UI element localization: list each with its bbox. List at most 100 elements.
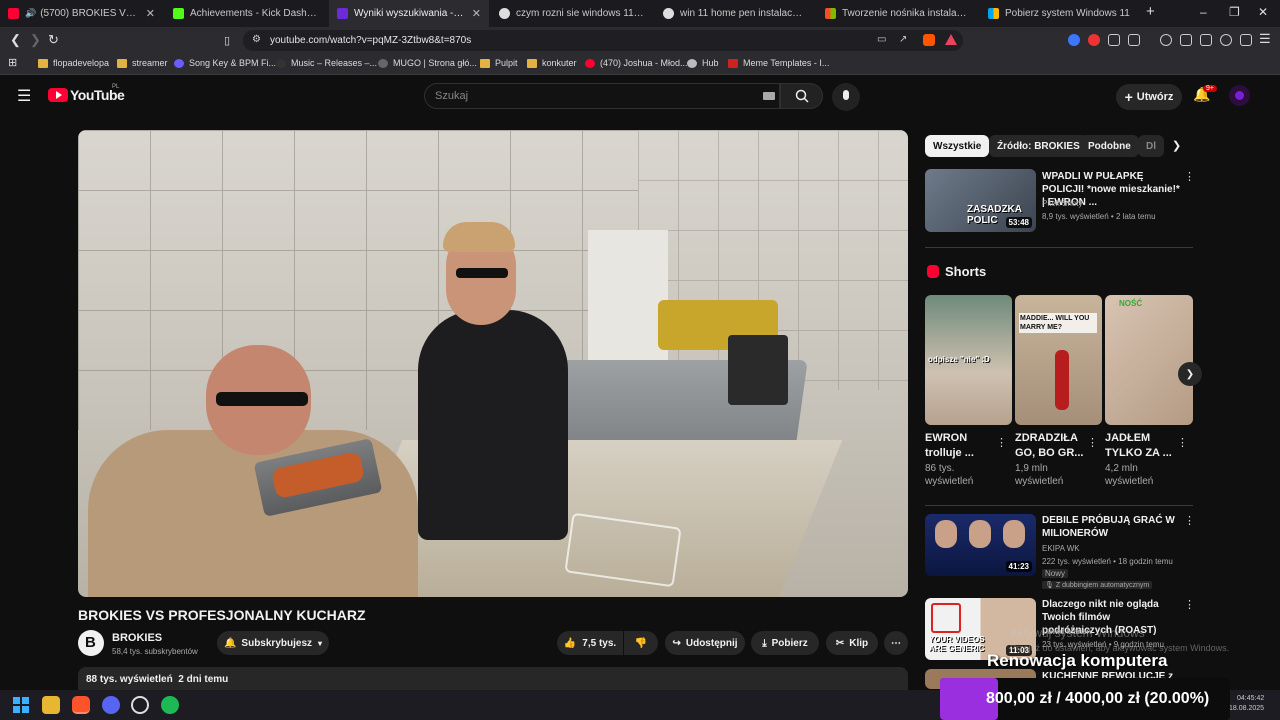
file-explorer-icon[interactable] — [42, 696, 60, 714]
vpn-icon[interactable] — [1240, 34, 1252, 46]
tab-google-1[interactable]: czym rozni sie windows 11 home od — [491, 0, 653, 27]
bookmark-item[interactable]: Pulpit — [480, 58, 518, 68]
more-actions-button[interactable]: ⋯ — [884, 631, 908, 655]
extension-icon[interactable] — [1128, 34, 1140, 46]
bookmark-item[interactable]: konkuter — [527, 58, 577, 68]
forward-icon[interactable]: ❯ — [30, 32, 41, 48]
bookmark-item[interactable]: MUGO | Strona głó... — [378, 58, 477, 68]
more-options-icon[interactable]: ⋮ — [1184, 170, 1195, 183]
menu-icon[interactable]: ☰ — [1259, 31, 1271, 47]
tab-microsoft-1[interactable]: Tworzenie nośnika instalacyjnego dla — [817, 0, 979, 27]
bookmark-item[interactable]: (470) Joshua - Młod... — [585, 58, 688, 68]
short-title[interactable]: ZDRADZIŁA GO, BO GR... — [1015, 431, 1085, 461]
wallet-icon[interactable] — [1200, 34, 1212, 46]
bookmark-item[interactable]: Hub — [687, 58, 719, 68]
brave-shield-icon[interactable] — [923, 34, 935, 46]
site-icon — [174, 58, 184, 68]
close-window-icon[interactable]: ✕ — [1258, 5, 1268, 19]
more-options-icon[interactable]: ⋮ — [1087, 436, 1098, 449]
chevron-right-icon[interactable]: ❯ — [1172, 139, 1181, 152]
tab-title: Achievements - Kick Dashboard — [190, 8, 319, 19]
shorts-heading: Shorts — [945, 264, 987, 279]
short-thumbnail[interactable]: MADDIE... WILL YOU MARRY ME? — [1015, 295, 1102, 425]
video-thumbnail[interactable]: 41:23 — [925, 514, 1036, 576]
close-tab-icon[interactable]: ✕ — [472, 7, 481, 20]
brave-browser-icon[interactable] — [72, 696, 90, 714]
short-title[interactable]: JADŁEM TYLKO ZA ... — [1105, 431, 1175, 461]
search-input[interactable]: Szukaj — [424, 83, 780, 109]
bookmark-item[interactable]: flopadevelopa — [38, 58, 109, 68]
thumbs-up-icon: 👍 — [563, 637, 577, 649]
chip-similar[interactable]: Podobne — [1080, 135, 1139, 157]
chip-more[interactable]: Dl — [1138, 135, 1164, 157]
cast-icon[interactable]: ▭ — [877, 34, 886, 45]
more-options-icon[interactable]: ⋮ — [996, 436, 1007, 449]
bookmark-icon[interactable]: ▯ — [224, 34, 230, 47]
shorts-next-button[interactable]: ❯ — [1178, 362, 1202, 386]
brave-rewards-icon[interactable] — [945, 34, 957, 45]
tab-youtube[interactable]: 🔊 (5700) BROKIES VS PROFESJONALNY KUCHAR… — [0, 0, 163, 27]
avatar[interactable] — [1229, 85, 1250, 106]
tab-xkom[interactable]: Wyniki wyszukiwania - x-kom ✕ — [329, 0, 489, 27]
share-icon[interactable]: ↗ — [899, 34, 907, 45]
obs-icon[interactable] — [131, 696, 149, 714]
scissors-icon: ✂ — [835, 637, 845, 649]
tab-kick[interactable]: Achievements - Kick Dashboard — [165, 0, 327, 27]
search-button[interactable] — [780, 83, 823, 109]
bookmark-item[interactable]: Meme Templates - I... — [728, 58, 829, 68]
like-button[interactable]: 👍 7,5 tys. — [557, 631, 623, 655]
leo-icon[interactable] — [1220, 34, 1232, 46]
more-options-icon[interactable]: ⋮ — [1184, 514, 1195, 527]
video-thumbnail[interactable]: ZASADZKA POLIC 53:48 — [925, 169, 1036, 232]
video-title[interactable]: DEBILE PRÓBUJĄ GRAĆ W MILIONERÓW — [1042, 514, 1180, 540]
sidebar-icon[interactable] — [1180, 34, 1192, 46]
views-and-date: 88 tys. wyświetleń 2 dni temu — [86, 674, 229, 685]
clip-button[interactable]: ✂ Klip — [826, 631, 878, 655]
site-info-icon[interactable]: ⚙ — [252, 34, 261, 45]
more-options-icon[interactable]: ⋮ — [1184, 598, 1195, 611]
short-thumbnail[interactable]: NOŚĆ — [1105, 295, 1193, 425]
apps-grid-icon[interactable]: ⊞ — [8, 56, 17, 69]
video-player[interactable] — [78, 130, 908, 597]
bookmark-item[interactable]: Song Key & BPM Fi... — [174, 58, 276, 68]
bookmark-item[interactable]: Music – Releases –... — [276, 58, 377, 68]
short-thumbnail[interactable]: odpisze "nie" :D — [925, 295, 1012, 425]
channel-name[interactable]: EKIPA WK — [1042, 543, 1080, 555]
create-button[interactable]: + Utwórz — [1116, 84, 1182, 110]
sunglasses — [456, 268, 508, 278]
dislike-button[interactable]: 👎 — [624, 631, 658, 655]
minimize-icon[interactable]: – — [1200, 5, 1207, 19]
spotify-icon[interactable] — [161, 696, 179, 714]
channel-name[interactable]: Pitek Shoty — [1042, 198, 1082, 210]
more-options-icon[interactable]: ⋮ — [1177, 436, 1188, 449]
windows-start-icon[interactable] — [12, 696, 30, 714]
bookmark-item[interactable]: streamer — [117, 58, 168, 68]
tab-title: czym rozni sie windows 11 home od — [516, 8, 645, 19]
back-icon[interactable]: ❮ — [10, 32, 21, 48]
subscribed-button[interactable]: 🔔 Subskrybujesz ▾ — [217, 631, 329, 655]
chip-source-brokies[interactable]: Źródło: BROKIES — [989, 135, 1088, 157]
hamburger-menu-icon[interactable]: ☰ — [17, 86, 31, 106]
puzzle-icon[interactable] — [1108, 34, 1120, 46]
channel-avatar[interactable]: B — [78, 630, 104, 656]
chip-all[interactable]: Wszystkie — [925, 135, 990, 157]
youtube-logo-icon[interactable] — [48, 88, 68, 102]
extension-icon[interactable] — [1068, 34, 1080, 46]
share-button[interactable]: ↪ Udostępnij — [665, 631, 745, 655]
site-icon — [480, 58, 490, 68]
extension-icon[interactable] — [1088, 34, 1100, 46]
address-bar[interactable]: ⚙ youtube.com/watch?v=pqMZ-3Ztbw8&t=870s… — [243, 30, 963, 51]
new-tab-icon[interactable]: + — [1146, 3, 1155, 20]
voice-search-button[interactable] — [832, 83, 860, 111]
short-title[interactable]: EWRON trolluje ... — [925, 431, 993, 461]
keyboard-icon[interactable] — [763, 92, 775, 100]
music-icon[interactable] — [1160, 34, 1172, 46]
maximize-icon[interactable]: ❐ — [1229, 5, 1240, 19]
reload-icon[interactable]: ↻ — [48, 32, 59, 48]
discord-icon[interactable] — [102, 696, 120, 714]
close-tab-icon[interactable]: ✕ — [146, 7, 155, 20]
channel-name[interactable]: BROKIES — [112, 632, 162, 644]
tab-microsoft-2[interactable]: Pobierz system Windows 11 — [980, 0, 1140, 27]
download-button[interactable]: ⤓ Pobierz — [751, 631, 819, 655]
tab-google-2[interactable]: win 11 home pen instalacyjny - Goo — [655, 0, 815, 27]
